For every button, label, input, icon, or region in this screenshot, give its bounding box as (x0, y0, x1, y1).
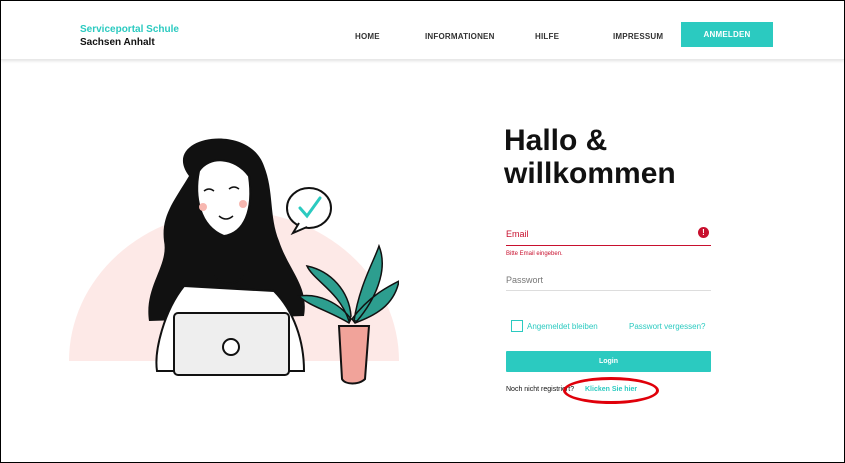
remember-me-label[interactable]: Angemeldet bleiben (527, 322, 598, 331)
top-header: Serviceportal Schule Sachsen Anhalt HOME… (1, 1, 844, 60)
nav-hilfe[interactable]: HILFE (535, 32, 559, 41)
nav-impressum[interactable]: IMPRESSUM (613, 32, 663, 41)
greeting-line-1: Hallo & (504, 124, 608, 157)
welcome-illustration (69, 138, 399, 385)
email-error-message: Bitte Email eingeben. (506, 251, 563, 257)
remember-me-checkbox[interactable] (511, 320, 523, 332)
nav-home[interactable]: HOME (355, 32, 380, 41)
greeting-line-2: willkommen (504, 157, 676, 190)
page-title: Hallo & willkommen (504, 124, 676, 190)
forgot-password-link[interactable]: Passwort vergessen? (629, 322, 705, 331)
nav-anmelden-button[interactable]: ANMELDEN (681, 22, 773, 47)
brand-logo[interactable]: Serviceportal Schule Sachsen Anhalt (80, 23, 179, 49)
checkmark-speech-bubble-icon (286, 187, 332, 229)
password-field[interactable]: Passwort (506, 275, 543, 285)
email-underline (506, 245, 711, 246)
password-underline (506, 290, 711, 291)
exclamation-circle-icon: ! (698, 227, 709, 238)
plant-pot (337, 325, 371, 385)
nav-informationen[interactable]: INFORMATIONEN (425, 32, 495, 41)
email-field[interactable]: Email (506, 229, 529, 239)
red-highlight-annotation (563, 377, 659, 404)
brand-line-2: Sachsen Anhalt (80, 37, 155, 48)
login-button[interactable]: Login (506, 351, 711, 372)
laptop-logo (222, 338, 240, 356)
brand-line-1: Serviceportal Schule (80, 24, 179, 35)
page-frame: Serviceportal Schule Sachsen Anhalt HOME… (0, 0, 845, 463)
